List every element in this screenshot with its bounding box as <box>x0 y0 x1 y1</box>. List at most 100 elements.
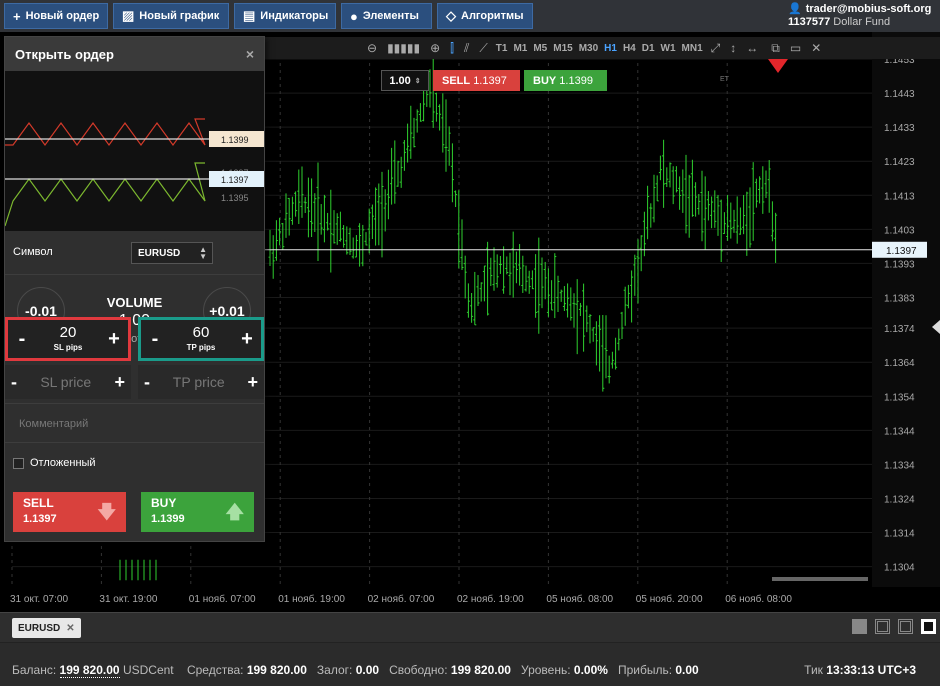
pending-checkbox[interactable] <box>13 457 24 469</box>
account-info[interactable]: 👤 trader@mobius-soft.org 1137577 Dollar F… <box>788 1 936 31</box>
vertical-line-icon[interactable]: ↕ <box>730 41 736 55</box>
layout-rows-icon[interactable] <box>921 619 936 634</box>
funds-value: 199 820.00 <box>246 663 307 677</box>
close-tab-icon[interactable]: ✕ <box>66 623 74 634</box>
sl-price-input[interactable]: SL price <box>40 374 91 390</box>
tick-label: Тик <box>804 663 823 677</box>
account-user: trader@mobius-soft.org <box>805 2 932 15</box>
profit-value: 0.00 <box>675 663 699 677</box>
tick-time: Тик 13:33:13 UTC+3 <box>804 663 916 677</box>
quick-sell-button[interactable]: SELL 1.1397 <box>433 70 520 91</box>
layout-single-icon[interactable] <box>852 619 867 634</box>
algorithms-button[interactable]: ◇ Алгоритмы <box>437 3 533 29</box>
elements-icon: ● <box>350 8 358 24</box>
close-chart-icon[interactable]: ✕ <box>811 41 821 55</box>
close-icon[interactable]: × <box>246 46 254 62</box>
horizontal-line-icon[interactable]: ↔ <box>746 41 758 55</box>
sl-price-plus-button[interactable]: + <box>114 372 125 393</box>
quick-buy-price: 1.1399 <box>559 74 593 87</box>
timeframe-h4[interactable]: H4 <box>623 43 636 54</box>
tp-price-input[interactable]: TP price <box>173 374 225 390</box>
sl-price-minus-button[interactable]: - <box>11 372 17 393</box>
trading-terminal: + Новый ордер ▨ Новый график ▤ Индикатор… <box>0 0 940 686</box>
zoom-out-icon[interactable]: ⊖ <box>367 41 377 55</box>
layout-grid-icon[interactable] <box>875 619 890 634</box>
y-tick-label: 1.1334 <box>884 460 915 471</box>
margin-label: Залог: <box>316 663 353 677</box>
new-chart-label: Новый график <box>139 10 220 22</box>
y-tick-label: 1.1403 <box>884 225 915 236</box>
symbol-select[interactable]: EURUSD ▲ ▼ <box>131 242 213 264</box>
pending-order-toggle[interactable]: Отложенный <box>13 457 96 469</box>
line-tool-icon[interactable]: ⤢ <box>711 41 721 56</box>
y-tick-label: 1.1423 <box>884 157 915 168</box>
y-tick-label: 1.1443 <box>884 89 915 100</box>
symbol-value: EURUSD <box>138 247 181 259</box>
timeframe-m5[interactable]: M5 <box>533 43 547 54</box>
select-arrows-icon: ▲ ▼ <box>199 245 207 261</box>
sl-pips-field[interactable]: 20 SL pips <box>54 324 83 354</box>
indicators-icon: ▤ <box>243 8 256 23</box>
indicators-button[interactable]: ▤ Индикаторы <box>234 3 336 29</box>
tp-pips-field[interactable]: 60 TP pips <box>186 324 216 354</box>
x-tick-label: 06 нояб. 08:00 <box>725 593 792 605</box>
y-tick-label: 1.1383 <box>884 293 915 304</box>
tp-minus-button[interactable]: - <box>147 328 163 351</box>
elements-button[interactable]: ● Элементы <box>341 3 432 29</box>
timeframe-t1[interactable]: T1 <box>496 43 508 54</box>
order-panel: Открыть ордер × 1.13991.13971.13951.1399… <box>4 36 265 542</box>
pending-label: Отложенный <box>30 457 96 469</box>
server-time-label: ET <box>720 76 729 83</box>
new-order-button[interactable]: + Новый ордер <box>4 3 108 29</box>
line-chart-icon[interactable]: ⟋ <box>479 41 487 56</box>
account-status-bar: Баланс: 199 820.00 USDCent Средства: 199… <box>0 642 940 686</box>
chart-scrollbar[interactable] <box>772 577 868 581</box>
order-panel-header[interactable]: Открыть ордер × <box>5 37 264 71</box>
mini-sell-price: 1.1397 <box>221 175 249 185</box>
timeframe-mn1[interactable]: MN1 <box>682 43 703 54</box>
timeframe-m1[interactable]: M1 <box>513 43 527 54</box>
balance-value[interactable]: 199 820.00 <box>59 663 120 678</box>
candle-chart-icon[interactable]: ⫽ <box>464 41 469 56</box>
algorithms-icon: ◇ <box>446 8 456 23</box>
quick-buy-label: BUY <box>533 74 557 87</box>
quick-volume-field[interactable]: 1.00 ⇕ <box>381 70 429 91</box>
arrow-down-icon: 🡇 <box>97 502 116 522</box>
sl-price-row: - SL price + <box>5 365 131 399</box>
x-tick-label: 01 нояб. 19:00 <box>278 593 345 605</box>
timeframe-m15[interactable]: M15 <box>553 43 572 54</box>
comment-field[interactable]: Комментарий <box>5 403 264 443</box>
arrow-up-icon: 🡅 <box>225 502 244 522</box>
zoom-in-icon[interactable]: ⊕ <box>430 41 440 55</box>
tp-plus-button[interactable]: + <box>239 328 255 351</box>
timeframe-m30[interactable]: M30 <box>579 43 598 54</box>
layout-switcher <box>852 619 936 634</box>
zoom-slider-icon[interactable]: ▮▮▮▮▮ <box>387 41 420 55</box>
chart-tab-eurusd[interactable]: EURUSD ✕ <box>12 618 81 638</box>
timeframe-h1[interactable]: H1 <box>604 43 617 54</box>
sl-minus-button[interactable]: - <box>14 328 30 351</box>
sell-button[interactable]: SELL 1.1397 🡇 <box>13 492 126 532</box>
tp-price-minus-button[interactable]: - <box>144 372 150 393</box>
timeframe-d1[interactable]: D1 <box>642 43 655 54</box>
quick-buy-button[interactable]: BUY 1.1399 <box>524 70 607 91</box>
funds-label: Средства: <box>186 663 244 677</box>
main-toolbar: + Новый ордер ▨ Новый график ▤ Индикатор… <box>0 0 940 32</box>
new-chart-button[interactable]: ▨ Новый график <box>113 3 229 29</box>
level-value: 0.00% <box>573 663 608 677</box>
mini-price-tick: 1.1395 <box>221 193 249 203</box>
timeframe-w1[interactable]: W1 <box>661 43 676 54</box>
bar-chart-icon[interactable]: ⫿ <box>450 41 454 56</box>
buy-button[interactable]: BUY 1.1399 🡅 <box>141 492 254 532</box>
y-tick-label: 1.1374 <box>884 324 915 335</box>
mini-buy-price: 1.1399 <box>221 135 249 145</box>
tp-pips-label: TP pips <box>186 342 216 352</box>
tp-price-row: - TP price + <box>138 365 264 399</box>
algorithms-label: Алгоритмы <box>461 10 524 22</box>
timezone-select[interactable]: UTC+3 <box>878 663 916 677</box>
maximize-icon[interactable]: ▭ <box>790 41 801 55</box>
sl-plus-button[interactable]: + <box>106 328 122 351</box>
tp-price-plus-button[interactable]: + <box>247 372 258 393</box>
popout-icon[interactable]: ⧉ <box>771 41 780 56</box>
layout-columns-icon[interactable] <box>898 619 913 634</box>
